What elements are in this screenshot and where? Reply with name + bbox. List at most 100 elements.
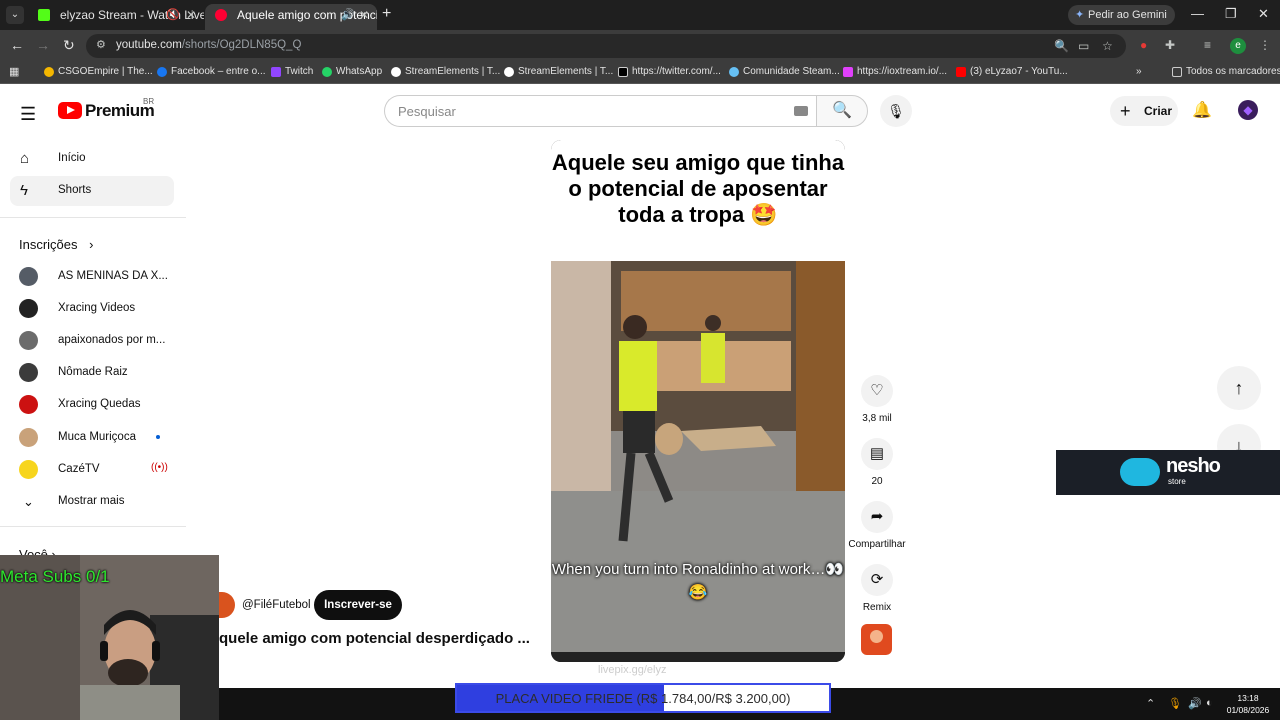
channel-avatar xyxy=(19,428,38,447)
profile-avatar[interactable]: e xyxy=(1230,38,1246,54)
forward-icon[interactable]: → xyxy=(36,37,50,53)
audio-thumbnail[interactable] xyxy=(861,624,892,655)
all-bookmarks-folder[interactable]: Todos os marcadores xyxy=(1172,66,1280,77)
extensions-icon[interactable]: ✚ xyxy=(1165,38,1175,52)
window-close-icon[interactable]: ✕ xyxy=(1258,6,1269,22)
sidebar-divider xyxy=(0,217,186,218)
search-placeholder: Pesquisar xyxy=(398,104,456,119)
new-tab-button[interactable]: + xyxy=(382,5,391,23)
channel-avatar xyxy=(19,267,38,286)
share-button[interactable]: ➦ Compartilhar xyxy=(846,501,908,550)
gemini-icon: ✦ xyxy=(1075,9,1085,21)
keyboard-icon[interactable] xyxy=(794,106,808,116)
folder-icon xyxy=(1172,67,1182,77)
bookmarks-bar: ▦ CSGOEmpire | The... Facebook – entre o… xyxy=(0,62,1280,84)
bookmark-ioxtream[interactable]: https://ioxtream.io/... xyxy=(843,66,947,77)
account-avatar[interactable]: ◆ xyxy=(1238,100,1258,120)
volume-tray-icon[interactable]: 🔊 xyxy=(1188,697,1202,710)
voice-search-button[interactable]: 🎙 xyxy=(880,95,912,127)
search-input[interactable]: Pesquisar xyxy=(384,95,816,127)
subscriptions-heading[interactable]: Inscrições › xyxy=(19,237,94,252)
previous-short-button[interactable]: ↑ xyxy=(1217,366,1261,410)
youtube-favicon-icon xyxy=(215,9,227,21)
bookmark-twitch[interactable]: Twitch xyxy=(271,66,313,77)
restore-icon[interactable]: ❐ xyxy=(1225,6,1237,22)
gemini-button[interactable]: ✦ Pedir ao Gemini xyxy=(1068,5,1175,25)
like-button[interactable]: ♡ 3,8 mil xyxy=(846,375,908,424)
notifications-tray-icon[interactable]: ◐ xyxy=(1206,697,1213,709)
close-tab-icon[interactable]: ✕ xyxy=(359,4,369,26)
reload-icon[interactable]: ↻ xyxy=(63,37,75,54)
bookmark-csgoempire[interactable]: CSGOEmpire | The... xyxy=(44,66,153,77)
more-bookmarks-icon[interactable]: » xyxy=(1136,66,1142,77)
facebook-icon xyxy=(157,67,167,77)
bookmark-streamelements-2[interactable]: StreamElements | T... xyxy=(504,66,613,77)
audio-playing-icon[interactable]: 🔊 xyxy=(341,4,355,26)
comments-button[interactable]: ▤ 20 xyxy=(846,438,908,487)
clock-date: 01/08/2026 xyxy=(1226,705,1270,715)
bookmark-facebook[interactable]: Facebook – entre o... xyxy=(157,66,266,77)
create-button[interactable]: + Criar xyxy=(1110,96,1178,126)
sponsor-subtitle: store xyxy=(1168,477,1186,486)
livepix-watermark: livepix.gg/elyz xyxy=(598,664,667,676)
remix-icon: ⟳ xyxy=(861,564,893,596)
address-bar[interactable]: ⚙ youtube.com/shorts/Og2DLN85Q_Q 🔍 ▭ ☆ xyxy=(86,34,1126,58)
tab-search-icon[interactable]: ⌄ xyxy=(6,6,24,24)
extension-red-icon[interactable]: ● xyxy=(1140,38,1147,52)
tab-active-short[interactable]: Aquele amigo com potencial 🔊 ✕ xyxy=(205,4,377,30)
channel-name[interactable]: @FiléFutebol xyxy=(242,599,311,611)
comment-icon: ▤ xyxy=(861,438,893,470)
tab-title: elyzao Stream - Watch Live xyxy=(60,8,204,22)
system-clock[interactable]: 13:18 01/08/2026 xyxy=(1222,692,1274,716)
muted-audio-icon[interactable]: 🔇 xyxy=(166,4,180,26)
zoom-icon[interactable]: 🔍 xyxy=(1054,39,1069,53)
show-more-button[interactable]: ⌄ Mostrar mais xyxy=(19,490,179,514)
subscription-item[interactable]: apaixonados por m... xyxy=(19,329,179,353)
notifications-bell-icon[interactable]: 🔔 xyxy=(1192,100,1212,120)
sidebar-item-label: Início xyxy=(58,152,86,164)
sidebar-item-home[interactable]: ⌂ Início xyxy=(10,144,174,174)
bookmark-steam[interactable]: Comunidade Steam... xyxy=(729,66,840,77)
bookmark-streamelements-1[interactable]: StreamElements | T... xyxy=(391,66,500,77)
menu-kebab-icon[interactable]: ⋮ xyxy=(1259,38,1271,52)
minimize-icon[interactable]: — xyxy=(1191,6,1204,21)
tab-elyzao-stream[interactable]: elyzao Stream - Watch Live 🔇 ✕ xyxy=(28,4,204,30)
subscription-item[interactable]: Xracing Quedas xyxy=(19,393,179,417)
subscription-item[interactable]: Xracing Videos xyxy=(19,297,179,321)
tray-chevron-icon[interactable]: ⌃ xyxy=(1146,697,1155,710)
search-button[interactable]: 🔍 xyxy=(816,95,868,127)
subscription-item[interactable]: AS MENINAS DA X... xyxy=(19,265,179,289)
microphone-tray-icon[interactable]: 🎙 xyxy=(1168,697,1182,710)
sponsor-name: nesho xyxy=(1166,455,1221,477)
channel-avatar[interactable] xyxy=(217,592,235,618)
url-text[interactable]: youtube.com/shorts/Og2DLN85Q_Q xyxy=(116,39,301,51)
hamburger-menu-icon[interactable]: ☰ xyxy=(20,104,36,125)
site-info-icon[interactable]: ⚙ xyxy=(96,38,106,51)
subscription-item[interactable]: CazéTV ((•)) xyxy=(19,458,179,482)
cast-icon[interactable]: ▭ xyxy=(1078,39,1089,53)
chevron-right-icon: › xyxy=(89,237,94,252)
sidebar-item-shorts[interactable]: ϟ Shorts xyxy=(10,176,174,206)
subscription-item[interactable]: Muca Muriçoca xyxy=(19,426,179,450)
bookmark-star-icon[interactable]: ☆ xyxy=(1102,39,1113,53)
subscribe-button[interactable]: Inscrever-se xyxy=(314,590,402,620)
video-progress-bar[interactable] xyxy=(551,652,845,662)
shorts-icon: ϟ xyxy=(20,182,28,199)
video-title[interactable]: quele amigo com potencial desperdiçado .… xyxy=(219,630,530,647)
microphone-icon: 🎙 xyxy=(887,103,905,119)
remix-button[interactable]: ⟳ Remix xyxy=(846,564,908,613)
like-count: 3,8 mil xyxy=(862,413,892,424)
chevron-down-icon: ⌄ xyxy=(23,494,34,509)
apps-grid-icon[interactable]: ▦ xyxy=(9,65,19,78)
media-controls-icon[interactable]: ≡ xyxy=(1204,38,1211,52)
back-icon[interactable]: ← xyxy=(10,37,24,53)
shorts-player[interactable]: Aquele seu amigo que tinha o potencial d… xyxy=(551,140,845,662)
subscription-item[interactable]: Nômade Raiz xyxy=(19,361,179,385)
elephant-logo-icon xyxy=(1120,458,1160,486)
bookmark-youtube[interactable]: (3) eLyzao7 - YouTu... xyxy=(956,66,1068,77)
live-icon: ((•)) xyxy=(151,462,168,473)
close-tab-icon[interactable]: ✕ xyxy=(186,4,196,26)
video-caption: Aquele seu amigo que tinha o potencial d… xyxy=(551,140,845,261)
bookmark-twitter[interactable]: https://twitter.com/... xyxy=(618,66,721,77)
bookmark-whatsapp[interactable]: WhatsApp xyxy=(322,66,382,77)
